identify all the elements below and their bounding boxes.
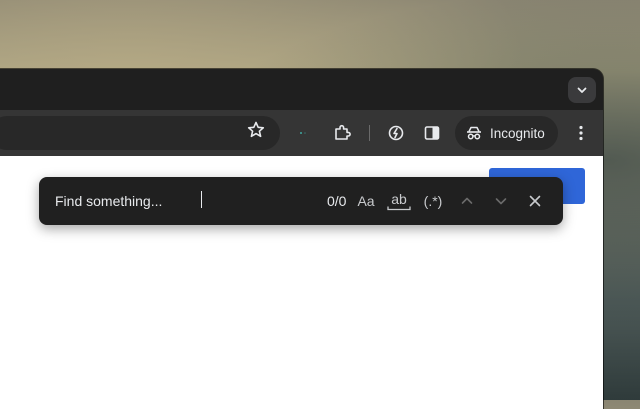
star-icon[interactable] (246, 120, 266, 140)
whole-word-underline-icon (387, 206, 411, 210)
address-bar[interactable] (0, 116, 280, 150)
match-case-label: Aa (357, 193, 375, 209)
close-find-button[interactable] (525, 189, 545, 213)
chevron-up-icon (461, 197, 473, 204)
leaf-icon[interactable] (386, 123, 406, 143)
browser-window: Incognito (0, 69, 603, 409)
extension-dot-icon[interactable] (293, 123, 313, 143)
find-bar: 0/0 Aa ab (.*) (39, 177, 563, 225)
previous-match-button[interactable] (457, 189, 477, 213)
chevron-down-icon (577, 87, 587, 93)
match-case-toggle[interactable]: Aa (356, 189, 376, 213)
regex-label: (.*) (423, 193, 443, 209)
incognito-indicator[interactable]: Incognito (455, 116, 558, 150)
puzzle-icon[interactable] (332, 123, 352, 143)
side-panel-icon[interactable] (422, 123, 442, 143)
regex-toggle[interactable]: (.*) (420, 189, 446, 213)
text-caret (201, 191, 202, 208)
kebab-menu-icon[interactable] (573, 123, 589, 143)
next-match-button[interactable] (491, 189, 511, 213)
tab-search-button[interactable] (568, 77, 596, 103)
tab-strip (0, 69, 603, 110)
match-count: 0/0 (327, 193, 347, 209)
incognito-icon (465, 124, 483, 142)
browser-toolbar: Incognito (0, 110, 603, 156)
close-icon (529, 195, 541, 207)
whole-word-label: ab (391, 190, 407, 207)
chevron-down-icon (495, 198, 507, 205)
toolbar-divider (369, 125, 370, 141)
whole-word-toggle[interactable]: ab (386, 189, 412, 213)
find-input[interactable] (55, 191, 285, 211)
incognito-label: Incognito (490, 125, 545, 141)
